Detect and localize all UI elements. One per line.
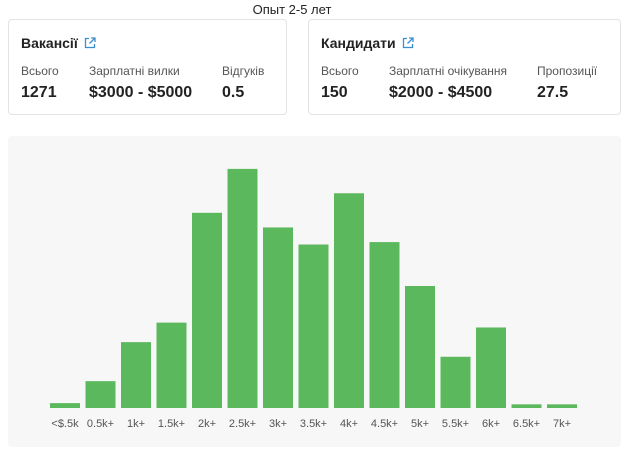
salary-histogram: <$.5k 0.5k+ 1k+ 1.5k+ 2k+ 2.5k+ 3k+ 3.5k+ 4k+ 4.5…: [50, 168, 577, 430]
candidates-title: Кандидати: [321, 35, 396, 51]
vacancies-card: Вакансії Всього 1271 Зарплатні вилки $30…: [8, 19, 287, 115]
stat-value: $3000 - $5000: [89, 84, 193, 101]
x-tick-label: 4k+: [340, 418, 358, 430]
histogram-bar[interactable]: [334, 193, 364, 408]
histogram-bar[interactable]: [547, 404, 577, 408]
histogram-bar[interactable]: [85, 381, 116, 408]
stat-value: $2000 - $4500: [389, 84, 493, 101]
x-tick-label: 7k+: [553, 418, 571, 430]
histogram-bar[interactable]: [227, 168, 258, 408]
histogram-bar[interactable]: [476, 327, 506, 408]
x-tick-label: 3.5k+: [300, 418, 327, 430]
stat-label: Зарплатні очікування: [389, 64, 508, 78]
histogram-bar[interactable]: [405, 286, 435, 408]
x-tick-label: 1k+: [127, 418, 145, 430]
vacancies-total: Всього 1271: [21, 64, 59, 102]
vacancies-title: Вакансії: [21, 35, 78, 51]
candidates-card: Кандидати Всього 150 Зарплатні очікуванн…: [308, 19, 621, 115]
histogram-bar[interactable]: [121, 342, 151, 408]
x-tick-label: 2.5k+: [229, 418, 256, 430]
stat-value: 1271: [21, 84, 57, 101]
histogram-bar[interactable]: [192, 212, 222, 408]
external-link-icon[interactable]: [402, 37, 414, 49]
x-tick-label: 6k+: [482, 418, 500, 430]
stat-label: Відгуків: [222, 64, 265, 78]
stat-value: 150: [321, 84, 348, 101]
histogram-bar[interactable]: [440, 356, 471, 408]
external-link-icon[interactable]: [84, 37, 96, 49]
x-tick-label: 0.5k+: [87, 418, 114, 430]
vacancies-salary-range: Зарплатні вилки $3000 - $5000: [89, 64, 192, 102]
candidates-salary-expectations: Зарплатні очікування $2000 - $4500: [389, 64, 507, 102]
histogram-bar[interactable]: [263, 227, 293, 408]
stat-label: Пропозиції: [537, 64, 598, 78]
x-tick-label: 2k+: [198, 418, 216, 430]
stat-value: 0.5: [222, 84, 245, 101]
x-tick-label: 5.5k+: [442, 418, 469, 430]
histogram-bar[interactable]: [298, 244, 329, 408]
stat-label: Всього: [21, 64, 59, 78]
vacancies-responses: Відгуків 0.5: [222, 64, 264, 102]
candidates-header[interactable]: Кандидати: [321, 35, 414, 51]
x-tick-label: 3k+: [269, 418, 287, 430]
x-tick-label: <$.5k: [51, 418, 79, 430]
x-tick-label: 1.5k+: [158, 418, 185, 430]
x-tick-label: 4.5k+: [371, 418, 398, 430]
histogram-bar[interactable]: [369, 242, 400, 408]
salary-histogram-panel: <$.5k 0.5k+ 1k+ 1.5k+ 2k+ 2.5k+ 3k+ 3.5k+ 4k+ 4.5…: [8, 136, 621, 447]
candidates-offers: Пропозиції 27.5: [537, 64, 597, 102]
histogram-bar[interactable]: [511, 404, 542, 408]
stat-value: 27.5: [537, 84, 569, 101]
histogram-bar[interactable]: [50, 403, 80, 408]
x-tick-label: 5k+: [411, 418, 429, 430]
x-tick-label: 6.5k+: [513, 418, 540, 430]
histogram-bar[interactable]: [156, 322, 187, 408]
candidates-total: Всього 150: [321, 64, 359, 102]
page-title: Опыт 2-5 лет: [252, 2, 332, 17]
vacancies-header[interactable]: Вакансії: [21, 35, 96, 51]
stat-label: Зарплатні вилки: [89, 64, 180, 78]
stat-label: Всього: [321, 64, 359, 78]
